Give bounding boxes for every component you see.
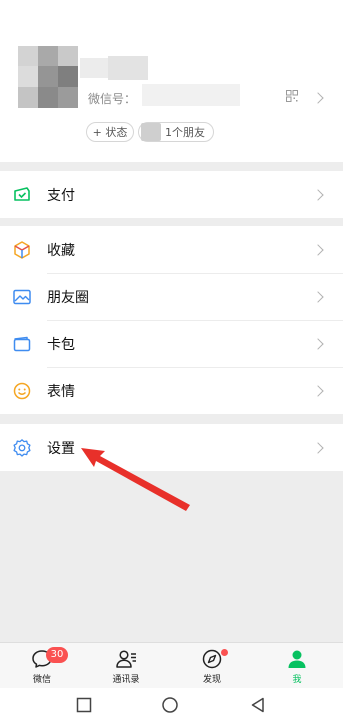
tab-discover[interactable]: 发现 bbox=[182, 643, 242, 689]
cards-icon bbox=[13, 336, 31, 352]
moments-icon bbox=[13, 289, 31, 305]
add-status-button[interactable]: + 状态 bbox=[86, 122, 134, 142]
wechat-id-label: 微信号： bbox=[88, 92, 137, 106]
chevron-right-icon bbox=[312, 92, 324, 104]
menu-item-settings[interactable]: 设置 bbox=[0, 424, 343, 471]
tab-label: 通讯录 bbox=[112, 675, 140, 685]
wechat-id-redacted bbox=[142, 84, 240, 106]
system-navigation-bar bbox=[0, 688, 343, 721]
tab-bar: 30 微信 通讯录 发现 我 bbox=[0, 642, 343, 688]
tab-label: 微信 bbox=[32, 675, 51, 685]
friends-count-label: 1个朋友 bbox=[165, 126, 205, 139]
menu-item-label: 卡包 bbox=[47, 336, 75, 353]
tab-label: 我 bbox=[292, 675, 302, 685]
stickers-icon bbox=[13, 382, 31, 400]
settings-group: 设置 bbox=[0, 424, 343, 471]
me-icon bbox=[288, 650, 306, 668]
tab-contacts[interactable]: 通讯录 bbox=[96, 643, 156, 689]
home-button-icon[interactable] bbox=[161, 696, 179, 714]
menu-item-label: 支付 bbox=[47, 187, 75, 204]
menu-item-label: 表情 bbox=[47, 383, 75, 400]
menu-item-label: 朋友圈 bbox=[47, 289, 89, 306]
menu-item-moments[interactable]: 朋友圈 bbox=[0, 273, 343, 320]
friend-avatar-thumbnail bbox=[141, 123, 161, 141]
tab-label: 发现 bbox=[202, 675, 221, 685]
new-content-dot bbox=[221, 649, 228, 656]
chevron-right-icon bbox=[312, 244, 324, 256]
settings-icon bbox=[13, 439, 31, 457]
recents-button-icon[interactable] bbox=[75, 696, 93, 714]
profile-header[interactable]: 微信号： + 状态 1个朋友 bbox=[0, 0, 343, 162]
nickname-redacted-2 bbox=[108, 56, 148, 80]
chevron-right-icon bbox=[312, 189, 324, 201]
qr-code-icon[interactable] bbox=[286, 90, 298, 102]
menu-item-favorites[interactable]: 收藏 bbox=[0, 226, 343, 273]
features-group: 收藏 朋友圈 卡包 表情 bbox=[0, 226, 343, 414]
menu-item-label: 设置 bbox=[47, 440, 75, 457]
back-button-icon[interactable] bbox=[249, 696, 267, 714]
menu-item-pay[interactable]: 支付 bbox=[0, 171, 343, 218]
add-status-label: + 状态 bbox=[92, 126, 128, 139]
menu-item-label: 收藏 bbox=[47, 242, 75, 259]
pay-group: 支付 bbox=[0, 171, 343, 218]
chevron-right-icon bbox=[312, 338, 324, 350]
unread-badge: 30 bbox=[46, 647, 68, 663]
chevron-right-icon bbox=[312, 442, 324, 454]
chevron-right-icon bbox=[312, 291, 324, 303]
chevron-right-icon bbox=[312, 385, 324, 397]
friends-status-pill[interactable]: 1个朋友 bbox=[138, 122, 214, 142]
menu-item-cards[interactable]: 卡包 bbox=[0, 320, 343, 367]
tab-me[interactable]: 我 bbox=[267, 643, 327, 689]
contacts-icon bbox=[116, 650, 136, 668]
favorites-icon bbox=[14, 241, 30, 259]
avatar[interactable] bbox=[18, 46, 78, 108]
menu-item-stickers[interactable]: 表情 bbox=[0, 367, 343, 414]
tab-chats[interactable]: 30 微信 bbox=[12, 643, 72, 689]
pay-icon bbox=[14, 187, 30, 201]
